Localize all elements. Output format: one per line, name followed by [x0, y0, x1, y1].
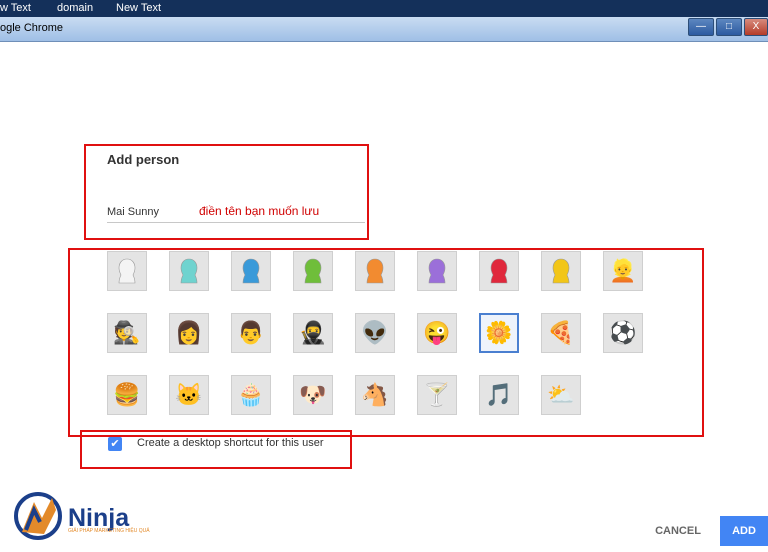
- avatar-sun-cloud-icon[interactable]: ⛅: [541, 375, 581, 415]
- logo-tagline: GIẢI PHÁP MARKETING HIỆU QUẢ: [68, 528, 150, 534]
- avatar-white-icon[interactable]: [107, 251, 147, 291]
- taskbar-item-domain[interactable]: domain: [57, 2, 93, 14]
- avatar-soccer-icon[interactable]: ⚽: [603, 313, 643, 353]
- add-button[interactable]: ADD: [720, 516, 768, 546]
- avatar-ninja-icon[interactable]: 🥷: [293, 313, 333, 353]
- taskbar-item-new-text[interactable]: New Text: [116, 2, 161, 14]
- avatar-cocktail-icon[interactable]: 🍸: [417, 375, 457, 415]
- shortcut-label: Create a desktop shortcut for this user: [137, 437, 324, 449]
- avatar-orange-icon[interactable]: [355, 251, 395, 291]
- close-button[interactable]: X: [744, 18, 768, 36]
- avatar-blonde-icon[interactable]: 👱: [603, 251, 643, 291]
- avatar-dog-icon[interactable]: 🐶: [293, 375, 333, 415]
- window-title: ogle Chrome: [0, 22, 63, 34]
- avatar-cyan-icon[interactable]: [169, 251, 209, 291]
- window-titlebar: ogle Chrome — □ X: [0, 17, 768, 42]
- avatar-man-icon[interactable]: 👨: [231, 313, 271, 353]
- avatar-smiley-icon[interactable]: 😜: [417, 313, 457, 353]
- avatar-cat-icon[interactable]: 🐱: [169, 375, 209, 415]
- cancel-button[interactable]: CANCEL: [643, 518, 713, 544]
- taskbar-item-text[interactable]: w Text: [0, 2, 31, 14]
- maximize-button[interactable]: □: [716, 18, 742, 36]
- avatar-businessman-icon[interactable]: 🕵: [107, 313, 147, 353]
- avatar-burger-icon[interactable]: 🍔: [107, 375, 147, 415]
- avatar-alien-icon[interactable]: 👽: [355, 313, 395, 353]
- avatar-blue-icon[interactable]: [231, 251, 271, 291]
- minimize-button[interactable]: —: [688, 18, 714, 36]
- shortcut-checkbox[interactable]: ✔: [108, 437, 122, 451]
- avatar-yellow-icon[interactable]: [541, 251, 581, 291]
- avatar-music-icon[interactable]: 🎵: [479, 375, 519, 415]
- avatar-green-icon[interactable]: [293, 251, 333, 291]
- avatar-horse-icon[interactable]: 🐴: [355, 375, 395, 415]
- avatar-sunglasses-woman-icon[interactable]: 👩: [169, 313, 209, 353]
- avatar-red-icon[interactable]: [479, 251, 519, 291]
- highlight-name-box: [84, 144, 369, 240]
- avatar-purple-icon[interactable]: [417, 251, 457, 291]
- taskbar: w Text domain New Text: [0, 0, 768, 17]
- avatar-flower-icon[interactable]: 🌼: [479, 313, 519, 353]
- window-controls: — □ X: [688, 18, 768, 36]
- avatar-cupcake-icon[interactable]: 🧁: [231, 375, 271, 415]
- avatar-pizza-icon[interactable]: 🍕: [541, 313, 581, 353]
